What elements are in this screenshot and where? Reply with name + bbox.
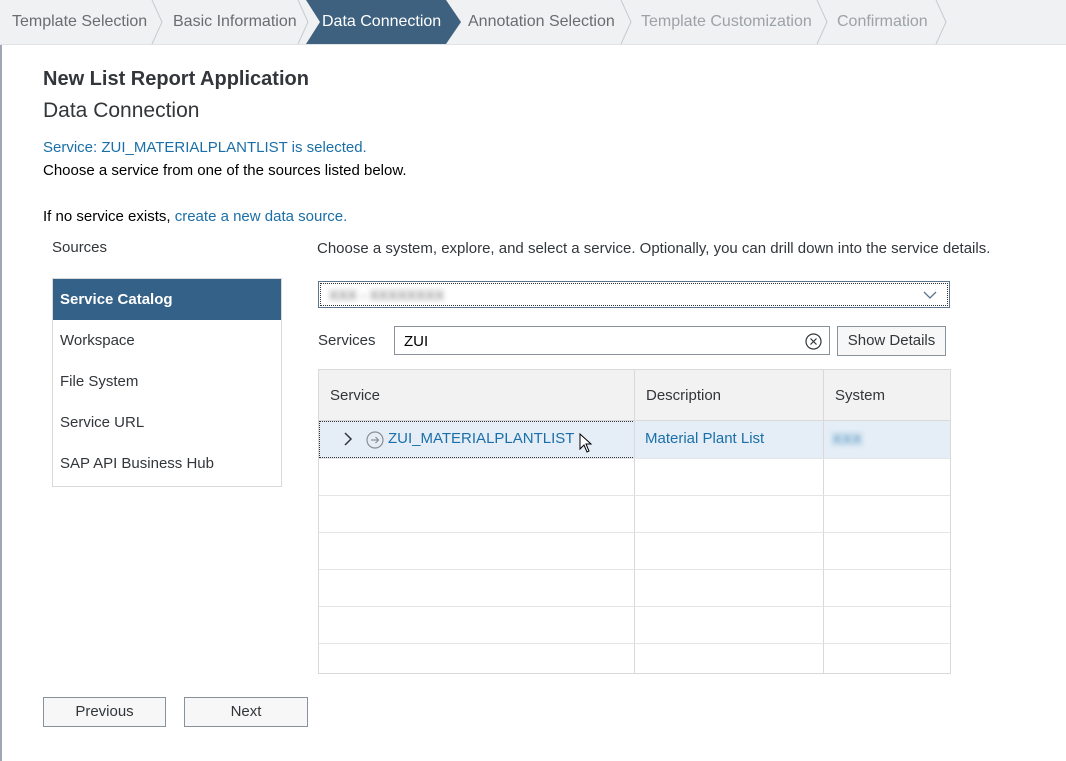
- chevron-down-icon: [923, 291, 937, 299]
- step-separator-icon: [297, 0, 309, 44]
- row-divider: [319, 569, 950, 570]
- row-divider: [319, 643, 950, 644]
- step-label: Confirmation: [837, 13, 928, 30]
- step-template-selection[interactable]: Template Selection: [12, 0, 147, 44]
- step-label: Annotation Selection: [468, 13, 615, 30]
- system-select[interactable]: XXX - XXXXXXXX: [318, 281, 950, 308]
- row-divider: [319, 532, 950, 533]
- page-title: New List Report Application: [43, 68, 309, 90]
- clear-search-icon[interactable]: [805, 333, 822, 350]
- row-divider: [319, 458, 950, 459]
- column-divider: [634, 370, 635, 673]
- step-basic-information[interactable]: Basic Information: [173, 0, 297, 44]
- next-button[interactable]: Next: [184, 697, 308, 727]
- source-item-service-catalog[interactable]: Service Catalog: [53, 279, 281, 320]
- wizard-step-bar: Template Selection Basic Information Dat…: [0, 0, 1066, 45]
- previous-button[interactable]: Previous: [43, 697, 166, 727]
- step-confirmation: Confirmation: [837, 0, 928, 44]
- service-name-cell[interactable]: ZUI_MATERIALPLANTLIST: [388, 430, 574, 447]
- column-header-description[interactable]: Description: [635, 370, 824, 421]
- create-data-source-link[interactable]: create a new data source.: [175, 208, 348, 225]
- services-label: Services: [318, 332, 376, 349]
- service-search-input[interactable]: ZUI: [394, 326, 830, 355]
- step-label: Basic Information: [173, 13, 297, 30]
- page-subtitle: Data Connection: [43, 99, 200, 122]
- column-divider: [823, 370, 824, 673]
- services-table: Service Description System ZUI_MATERIALP…: [318, 369, 951, 674]
- row-divider: [319, 495, 950, 496]
- source-item-service-url[interactable]: Service URL: [53, 402, 281, 443]
- source-item-workspace[interactable]: Workspace: [53, 320, 281, 361]
- step-separator-icon: [151, 0, 163, 44]
- sources-label: Sources: [52, 239, 108, 256]
- step-separator-icon: [935, 0, 947, 44]
- mouse-cursor-icon: [579, 433, 593, 453]
- choose-service-message: Choose a service from one of the sources…: [43, 162, 407, 179]
- source-item-sap-api-business-hub[interactable]: SAP API Business Hub: [53, 443, 281, 484]
- service-icon: [366, 431, 384, 449]
- show-details-button[interactable]: Show Details: [837, 326, 946, 356]
- system-select-value: XXX - XXXXXXXX: [329, 287, 445, 303]
- column-header-service[interactable]: Service: [319, 370, 635, 421]
- step-label: Data Connection: [322, 13, 442, 30]
- expand-chevron-icon[interactable]: [343, 432, 353, 446]
- step-separator-icon: [620, 0, 632, 44]
- row-divider: [319, 606, 950, 607]
- selected-service-message: Service: ZUI_MATERIALPLANTLIST is select…: [43, 139, 367, 156]
- step-annotation-selection[interactable]: Annotation Selection: [468, 0, 615, 44]
- step-label: Template Selection: [12, 13, 148, 30]
- step-data-connection[interactable]: Data Connection: [322, 0, 441, 44]
- no-service-text: If no service exists,: [43, 208, 171, 225]
- step-template-customization: Template Customization: [641, 0, 812, 44]
- system-cell: XXX: [832, 431, 863, 448]
- column-header-system[interactable]: System: [824, 370, 950, 421]
- step-label: Template Customization: [641, 13, 812, 30]
- window-edge: [0, 0, 2, 761]
- sources-list: Service Catalog Workspace File System Se…: [52, 278, 282, 487]
- step-separator-icon: [816, 0, 828, 44]
- instructions-text: Choose a system, explore, and select a s…: [317, 240, 991, 257]
- source-item-file-system[interactable]: File System: [53, 361, 281, 402]
- description-cell: Material Plant List: [645, 430, 765, 447]
- search-value: ZUI: [404, 333, 429, 350]
- no-service-message: If no service exists, create a new data …: [43, 208, 347, 225]
